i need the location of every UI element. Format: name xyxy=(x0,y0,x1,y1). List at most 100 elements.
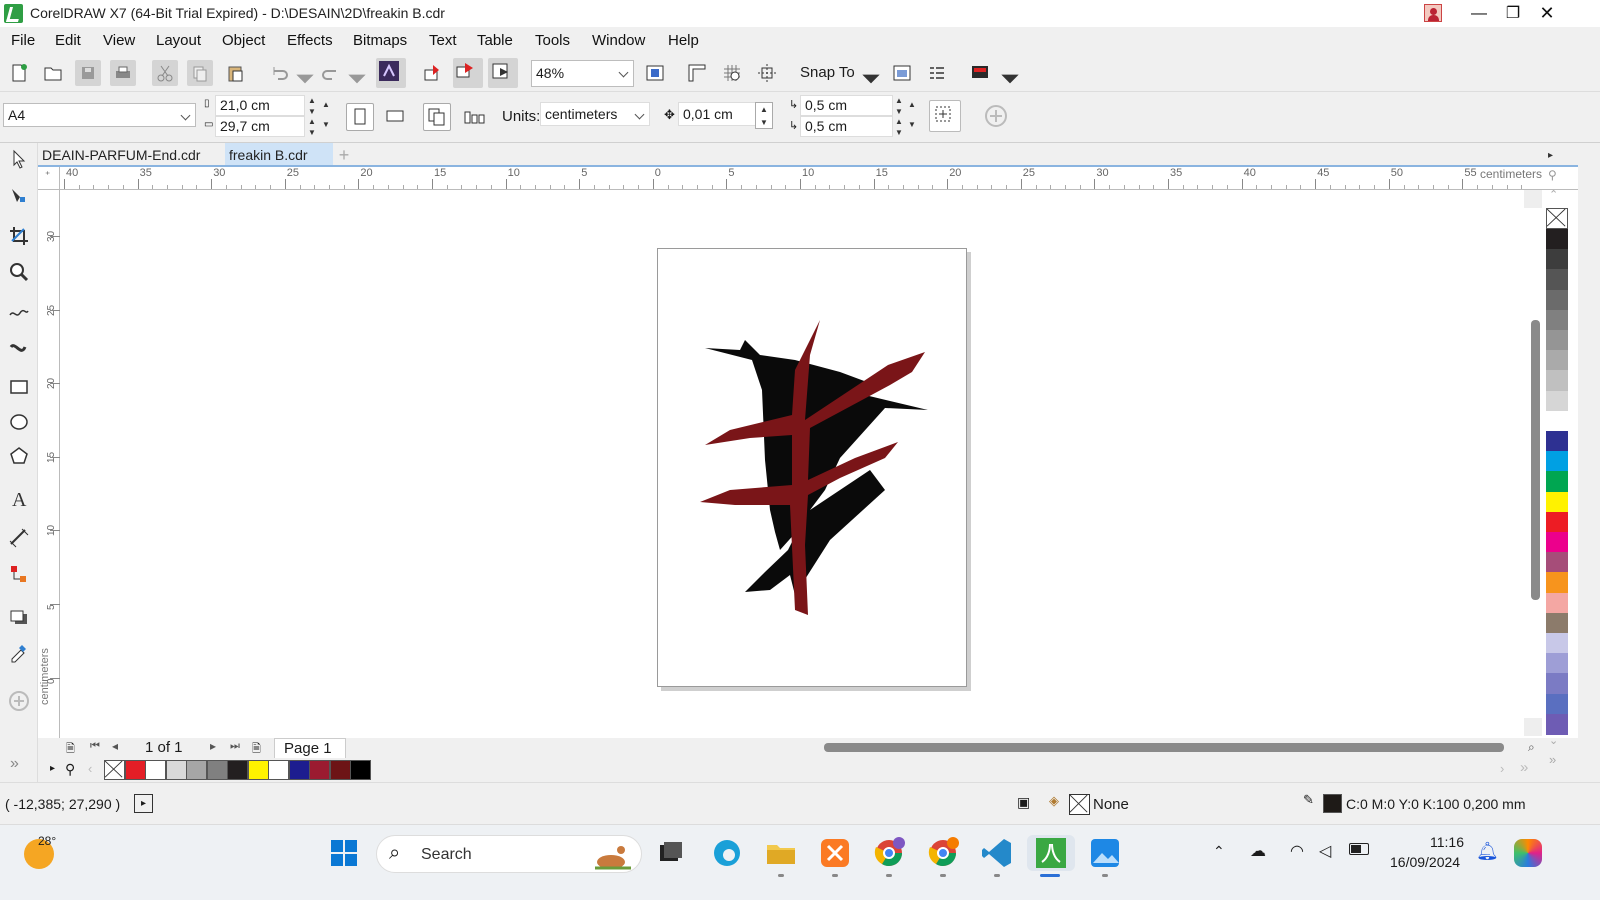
portrait-orientation-icon[interactable] xyxy=(346,103,374,131)
color-swatch[interactable] xyxy=(1546,592,1568,614)
palette-expand-icon[interactable]: » xyxy=(1520,759,1528,776)
add-page-after-icon[interactable]: 🗎 xyxy=(252,740,261,759)
right-palette-expand-icon[interactable]: » xyxy=(1549,752,1556,767)
user-account-icon[interactable] xyxy=(1424,4,1442,22)
menu-text[interactable]: Text xyxy=(429,32,457,49)
menu-bitmaps[interactable]: Bitmaps xyxy=(353,32,407,49)
landscape-orientation-icon[interactable] xyxy=(382,103,408,129)
menu-view[interactable]: View xyxy=(103,32,135,49)
color-swatch[interactable] xyxy=(1546,309,1568,331)
new-tab-button[interactable]: + xyxy=(334,145,354,165)
palette-scroll-right-icon[interactable]: › xyxy=(1500,761,1504,776)
color-swatch[interactable] xyxy=(1546,451,1568,473)
shape-tool-icon[interactable] xyxy=(6,183,32,209)
vscode-icon[interactable] xyxy=(979,835,1015,871)
duplicate-x-spinner[interactable]: ▲ ▼ xyxy=(893,95,905,116)
color-swatch[interactable] xyxy=(268,760,289,780)
full-screen-preview-icon[interactable] xyxy=(642,60,668,86)
task-view-icon[interactable] xyxy=(652,835,688,871)
wifi-icon[interactable]: ◠ xyxy=(1290,841,1304,861)
show-hidden-icons-icon[interactable]: ⌃ xyxy=(1213,843,1225,860)
previous-page-icon[interactable]: ◂ xyxy=(112,739,118,753)
menu-help[interactable]: Help xyxy=(668,32,699,49)
volume-icon[interactable]: ◁ xyxy=(1319,841,1331,861)
color-swatch[interactable] xyxy=(350,760,371,780)
battery-icon[interactable] xyxy=(1349,843,1369,855)
duplicate-spinner[interactable]: ▲ ▼ xyxy=(906,95,918,137)
rectangle-tool-icon[interactable] xyxy=(6,374,32,400)
menu-effects[interactable]: Effects xyxy=(287,32,333,49)
tab-freakin-b[interactable]: freakin B.cdr xyxy=(225,143,333,167)
color-swatch[interactable] xyxy=(1546,229,1568,250)
next-page-icon[interactable]: ▸ xyxy=(210,739,216,753)
customize-dropdown-icon[interactable] xyxy=(997,66,1019,84)
show-rulers-icon[interactable] xyxy=(684,60,710,86)
chrome-profile-r2-icon[interactable] xyxy=(925,835,961,871)
color-swatch[interactable] xyxy=(1546,410,1568,432)
start-button-icon[interactable] xyxy=(326,835,362,871)
onedrive-cloud-icon[interactable]: ☁ xyxy=(1250,841,1266,861)
navigator-zoom-icon[interactable]: ⌕ xyxy=(1528,740,1535,755)
duplicate-distance-y-input[interactable]: 0,5 cm xyxy=(800,116,893,137)
menu-table[interactable]: Table xyxy=(477,32,513,49)
print-icon[interactable] xyxy=(110,60,136,86)
maximize-button[interactable]: ❐ xyxy=(1496,0,1530,27)
search-content-icon[interactable] xyxy=(376,58,406,88)
clock-date[interactable]: 16/09/2024 xyxy=(1390,854,1460,870)
nudge-distance-input[interactable]: 0,01 cm xyxy=(678,102,758,126)
page-width-spinner[interactable]: ▲ ▼ xyxy=(306,95,318,116)
palette-scroll-left-icon[interactable]: ‹ xyxy=(88,761,92,776)
pick-tool-icon[interactable] xyxy=(6,147,32,173)
units-dropdown[interactable]: centimeters xyxy=(540,102,650,126)
artistic-media-tool-icon[interactable] xyxy=(6,337,32,363)
page-width-input[interactable]: 21,0 cm xyxy=(215,95,305,116)
coreldraw-taskbar-icon[interactable] xyxy=(1027,835,1075,871)
color-swatch[interactable] xyxy=(1546,633,1568,654)
document-color-settings-icon[interactable]: ▣ xyxy=(1017,794,1030,811)
color-swatch[interactable] xyxy=(1546,612,1568,634)
current-page-icon[interactable] xyxy=(460,103,486,129)
drop-shadow-tool-icon[interactable] xyxy=(6,605,32,631)
customize-toolbar-icon[interactable] xyxy=(967,60,993,86)
connector-tool-icon[interactable] xyxy=(6,561,32,587)
open-folder-icon[interactable] xyxy=(40,60,66,86)
parallel-dimension-tool-icon[interactable] xyxy=(6,525,32,551)
publish-pdf-icon[interactable] xyxy=(488,58,518,88)
color-swatch[interactable] xyxy=(1546,390,1568,412)
no-color-swatch[interactable] xyxy=(1546,208,1568,229)
color-swatch[interactable] xyxy=(1546,431,1568,452)
color-swatch[interactable] xyxy=(1546,653,1568,675)
color-swatch[interactable] xyxy=(1546,249,1568,271)
menu-tools[interactable]: Tools xyxy=(535,32,570,49)
show-grid-icon[interactable] xyxy=(719,60,745,86)
right-palette-scroll-down-icon[interactable]: ⌄ xyxy=(1549,734,1558,747)
color-swatch[interactable] xyxy=(1546,370,1568,392)
color-swatch[interactable] xyxy=(1546,269,1568,291)
text-tool-icon[interactable]: A xyxy=(6,485,32,511)
notification-bell-icon[interactable]: 🔔︎ xyxy=(1476,841,1499,862)
palette-menu-arrow-icon[interactable]: ▸ xyxy=(50,763,55,774)
color-swatch[interactable] xyxy=(1546,511,1568,533)
new-document-icon[interactable] xyxy=(6,60,32,86)
color-swatch[interactable] xyxy=(1546,330,1568,351)
page-height-input[interactable]: 29,7 cm xyxy=(215,116,305,137)
color-swatch[interactable] xyxy=(1546,552,1568,574)
zoom-level-dropdown[interactable]: 48% xyxy=(531,60,634,87)
taskbar-search-box[interactable]: ⌕ Search xyxy=(376,835,642,873)
tab-deain-parfum[interactable]: DEAIN-PARFUM-End.cdr xyxy=(38,143,224,167)
snap-to-dropdown[interactable]: Snap To xyxy=(800,64,855,81)
right-panel-arrow-icon[interactable]: ▸ xyxy=(1548,150,1553,161)
palette-eyedropper-icon[interactable]: ⚲ xyxy=(65,761,75,778)
crop-tool-icon[interactable] xyxy=(6,223,32,249)
color-swatch[interactable] xyxy=(124,760,146,780)
redo-dropdown-icon[interactable] xyxy=(344,66,366,84)
color-swatch[interactable] xyxy=(1546,693,1568,715)
color-swatch[interactable] xyxy=(145,760,166,780)
menu-file[interactable]: File xyxy=(11,32,35,49)
color-swatch[interactable] xyxy=(309,760,330,780)
copilot-icon[interactable] xyxy=(1514,839,1542,867)
nudge-spinner[interactable]: ▲ ▼ xyxy=(755,102,773,129)
undo-icon[interactable] xyxy=(266,60,292,86)
import-icon[interactable] xyxy=(419,60,445,86)
copy-icon[interactable] xyxy=(187,60,213,86)
